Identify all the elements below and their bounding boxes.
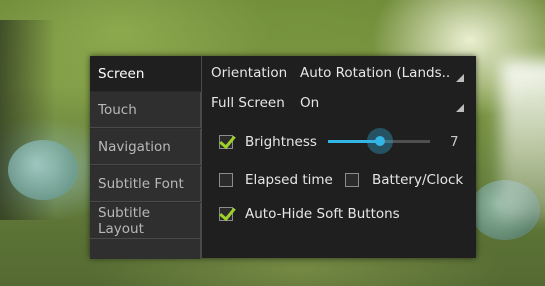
background-bush: [8, 140, 78, 200]
full-screen-row: Full Screen: [211, 92, 285, 114]
elapsed-time-checkbox[interactable]: [219, 173, 233, 187]
screen-settings-panel: Orientation Auto Rotation (Lands.. Full …: [202, 56, 476, 258]
brightness-value-row: 7: [450, 132, 459, 152]
orientation-row: Orientation: [211, 62, 287, 84]
tab-subtitle-layout[interactable]: Subtitle Layout: [90, 203, 201, 239]
brightness-row: Brightness: [219, 132, 317, 152]
dropdown-triangle-icon: [456, 74, 464, 82]
full-screen-spinner[interactable]: On: [300, 92, 466, 114]
battery-clock-label: Battery/Clock: [372, 172, 464, 188]
tab-subtitle-font[interactable]: Subtitle Font: [90, 166, 201, 202]
battery-clock-checkbox[interactable]: [345, 173, 359, 187]
orientation-spinner[interactable]: Auto Rotation (Lands..: [300, 62, 466, 84]
orientation-label: Orientation: [211, 65, 288, 81]
full-screen-label: Full Screen: [211, 95, 285, 111]
auto-hide-checkbox[interactable]: [219, 207, 233, 221]
tab-screen[interactable]: Screen: [90, 56, 201, 91]
elapsed-time-label: Elapsed time: [245, 172, 333, 188]
brightness-value: 7: [450, 134, 459, 150]
tab-label: Touch: [98, 101, 137, 118]
dropdown-triangle-icon: [456, 104, 464, 112]
tab-touch[interactable]: Touch: [90, 92, 201, 128]
tab-navigation[interactable]: Navigation: [90, 129, 201, 165]
full-screen-value: On: [300, 95, 320, 111]
tab-label: Subtitle Layout: [98, 204, 151, 237]
orientation-value: Auto Rotation (Lands..: [300, 65, 451, 81]
elapsed-time-row: Elapsed time: [219, 170, 333, 190]
auto-hide-row: Auto-Hide Soft Buttons: [219, 204, 400, 224]
brightness-slider-thumb[interactable]: [367, 128, 393, 154]
auto-hide-label: Auto-Hide Soft Buttons: [245, 206, 400, 222]
sidebar-filler: [90, 239, 201, 259]
tab-label: Navigation: [98, 138, 171, 155]
tab-label: Screen: [98, 65, 145, 82]
battery-clock-row: Battery/Clock: [345, 170, 463, 190]
settings-dialog: Screen Touch Navigation Subtitle Font Su…: [90, 56, 476, 259]
tab-label: Subtitle Font: [98, 175, 184, 192]
brightness-checkbox[interactable]: [219, 135, 233, 149]
background-light: [500, 60, 545, 220]
settings-sidebar: Screen Touch Navigation Subtitle Font Su…: [90, 56, 202, 259]
brightness-label: Brightness: [245, 134, 317, 150]
